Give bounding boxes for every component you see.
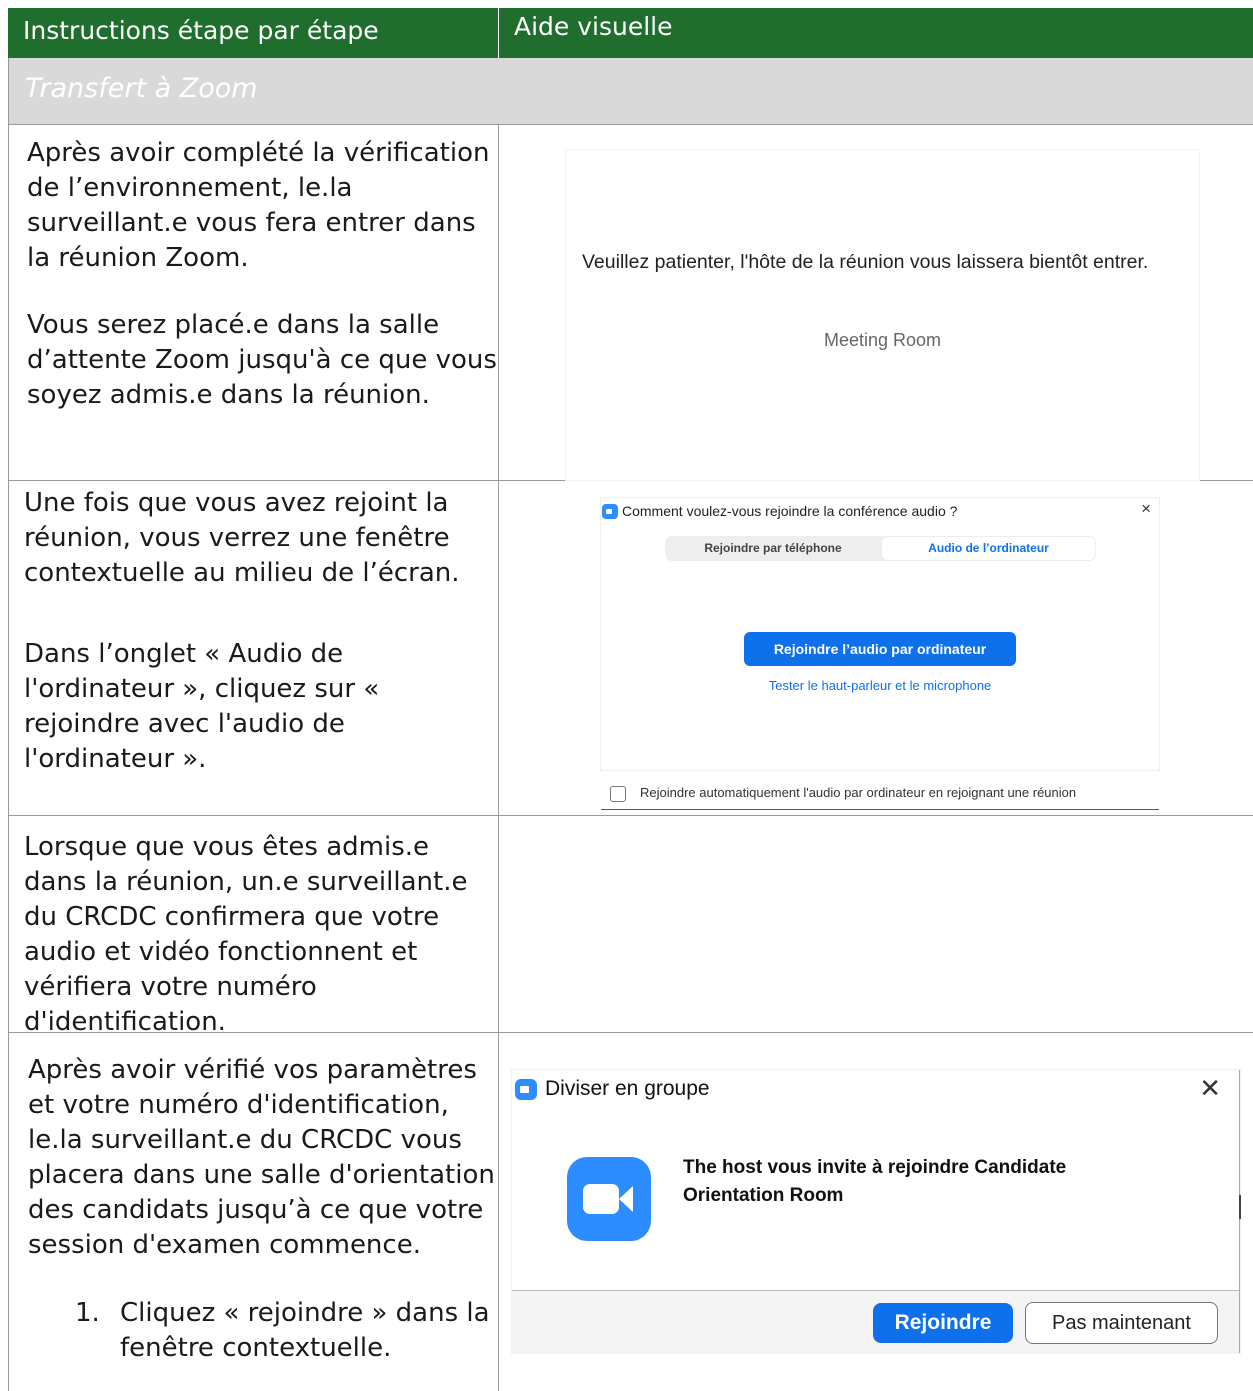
visual-cell: [499, 816, 1253, 1032]
not-now-button[interactable]: Pas maintenant: [1025, 1302, 1218, 1344]
header-visual-label: Aide visuelle: [514, 12, 673, 41]
join-computer-audio-button[interactable]: Rejoindre l’audio par ordinateur: [744, 632, 1016, 666]
instruction-paragraph: Lorsque que vous êtes admis.e dans la ré…: [24, 832, 468, 1037]
instruction-cell: Une fois que vous avez rejoint la réunio…: [8, 481, 499, 815]
zoom-logo-icon: [515, 1079, 537, 1100]
instructions-table: Instructions étape par étape Aide visuel…: [8, 8, 1253, 1391]
zoom-logo-icon: [602, 504, 618, 519]
visual-cell: Veuillez patienter, l'hôte de la réunion…: [499, 125, 1253, 480]
breakout-dialog: Diviser en groupe ✕ The host vous invite…: [512, 1070, 1240, 1354]
instruction-cell: Lorsque que vous êtes admis.e dans la ré…: [8, 816, 499, 1037]
section-title: Transfert à Zoom: [25, 73, 258, 104]
test-speaker-microphone-link[interactable]: Tester le haut-parleur et le microphone: [601, 678, 1159, 693]
divider: [1239, 1195, 1241, 1219]
list-item: 1. Cliquez « rejoindre » dans la fenêtre…: [28, 1296, 496, 1366]
breakout-dialog-title: Diviser en groupe: [545, 1077, 710, 1100]
instruction-paragraph: Vous serez placé.e dans la salle d’atten…: [27, 310, 497, 410]
tab-computer-audio[interactable]: Audio de l’ordinateur: [882, 537, 1095, 560]
auto-join-checkbox[interactable]: [610, 786, 626, 802]
header-instructions-label: Instructions étape par étape: [23, 16, 379, 45]
section-row: Transfert à Zoom: [8, 58, 1253, 125]
auto-join-label: Rejoindre automatiquement l'audio par or…: [640, 785, 1077, 800]
tab-join-by-phone[interactable]: Rejoindre par téléphone: [665, 536, 881, 561]
join-breakout-button[interactable]: Rejoindre: [873, 1303, 1013, 1343]
audio-dialog-title: Comment voulez-vous rejoindre la confére…: [622, 503, 958, 519]
waiting-room-window: Veuillez patienter, l'hôte de la réunion…: [566, 150, 1199, 480]
list-item-number: 1.: [75, 1298, 100, 1328]
header-cell-visual: Aide visuelle: [499, 8, 1253, 58]
visual-cell: Comment voulez-vous rejoindre la confére…: [499, 481, 1253, 815]
instruction-paragraph: Après avoir complété la vérification de …: [27, 138, 490, 273]
table-header: Instructions étape par étape Aide visuel…: [8, 8, 1253, 58]
waiting-message: Veuillez patienter, l'hôte de la réunion…: [582, 251, 1149, 273]
instruction-paragraph: Une fois que vous avez rejoint la réunio…: [24, 488, 460, 588]
audio-join-dialog: Comment voulez-vous rejoindre la confére…: [601, 498, 1159, 770]
close-icon[interactable]: ×: [1141, 499, 1151, 519]
instruction-paragraph: Après avoir vérifié vos paramètres et vo…: [28, 1055, 495, 1260]
table-row: Après avoir complété la vérification de …: [8, 125, 1253, 481]
table-row: Après avoir vérifié vos paramètres et vo…: [8, 1033, 1253, 1391]
table-row: Lorsque que vous êtes admis.e dans la ré…: [8, 816, 1253, 1037]
list-item-text: Cliquez « rejoindre » dans la fenêtre co…: [120, 1298, 490, 1363]
header-cell-instructions: Instructions étape par étape: [8, 8, 499, 58]
breakout-dialog-footer: Rejoindre Pas maintenant: [512, 1290, 1239, 1354]
breakout-invite-message: The host vous invite à rejoindre Candida…: [683, 1157, 1067, 1206]
table-row: Une fois que vous avez rejoint la réunio…: [8, 481, 1253, 816]
instruction-cell: Après avoir complété la vérification de …: [8, 125, 499, 480]
auto-join-option: Rejoindre automatiquement l'audio par or…: [601, 784, 1159, 810]
zoom-camera-icon: [567, 1157, 651, 1241]
instruction-paragraph: Dans l’onglet « Audio de l'ordinateur »,…: [24, 639, 380, 774]
instruction-cell: Après avoir vérifié vos paramètres et vo…: [8, 1033, 499, 1391]
close-icon[interactable]: ✕: [1199, 1073, 1221, 1104]
visual-cell: Diviser en groupe ✕ The host vous invite…: [499, 1033, 1253, 1391]
audio-tabs: Rejoindre par téléphone Audio de l’ordin…: [665, 536, 1096, 561]
meeting-room-label: Meeting Room: [823, 330, 942, 350]
